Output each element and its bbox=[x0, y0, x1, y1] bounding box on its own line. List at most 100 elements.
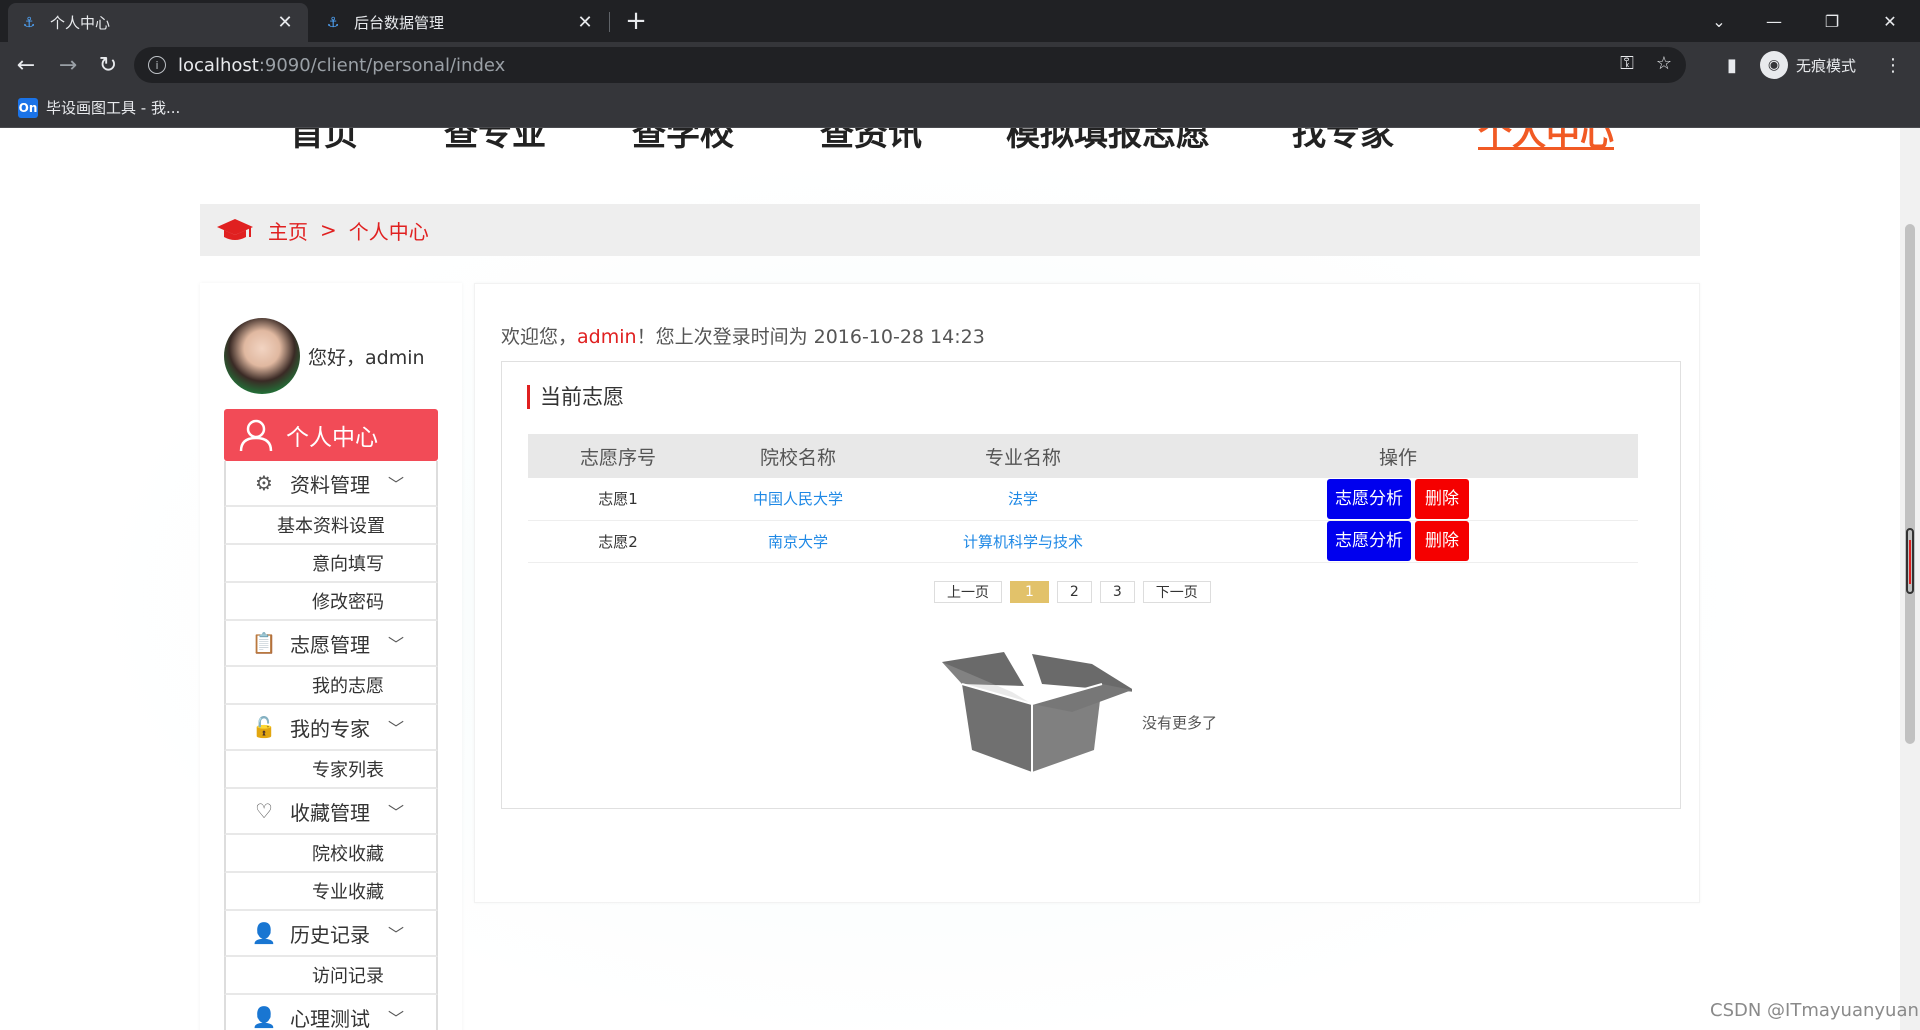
sidebar-group-applications[interactable]: 📋 志愿管理 ﹀ bbox=[224, 621, 438, 667]
scrollbar-thumb[interactable] bbox=[1905, 224, 1915, 744]
close-icon[interactable]: ✕ bbox=[274, 12, 296, 34]
nav-home[interactable]: 首页 bbox=[290, 128, 358, 155]
analyze-button[interactable]: 志愿分析 bbox=[1327, 478, 1411, 519]
chevron-down-icon: ﹀ bbox=[388, 635, 405, 654]
sidebar-item-intention[interactable]: 意向填写 bbox=[224, 545, 438, 583]
sidebar-group-favorites[interactable]: ♡ 收藏管理 ﹀ bbox=[224, 789, 438, 835]
forward-button[interactable]: → bbox=[52, 49, 84, 81]
pager-page-1[interactable]: 1 bbox=[1010, 581, 1049, 603]
cell-school-link[interactable]: 中国人民大学 bbox=[708, 478, 888, 521]
pager-next[interactable]: 下一页 bbox=[1142, 581, 1211, 603]
tab-backend-admin[interactable]: ⚓ 后台数据管理 ✕ bbox=[312, 3, 608, 42]
side-panel-icon[interactable]: ▮ bbox=[1717, 50, 1747, 80]
scroll-marker bbox=[1906, 528, 1914, 594]
sidebar-item-major-favorites[interactable]: 专业收藏 bbox=[224, 873, 438, 911]
pager-page-3[interactable]: 3 bbox=[1099, 581, 1135, 603]
restore-button[interactable]: ❐ bbox=[1803, 0, 1861, 42]
nav-experts[interactable]: 找专家 bbox=[1292, 128, 1394, 155]
welcome-suffix: ！您上次登录时间为 2016-10-28 14:23 bbox=[636, 326, 985, 348]
table-row: 志愿2 南京大学 计算机科学与技术 志愿分析 删除 bbox=[528, 520, 1638, 563]
sidebar-item-label: 个人中心 bbox=[286, 425, 378, 451]
key-icon[interactable]: ⚿ bbox=[1620, 53, 1634, 74]
sidebar-group-label: 历史记录 bbox=[290, 922, 370, 947]
pager-prev[interactable]: 上一页 bbox=[934, 581, 1002, 603]
card-title: 当前志愿 bbox=[527, 385, 624, 409]
chevron-down-icon: ﹀ bbox=[388, 803, 405, 822]
column-header: 操作 bbox=[1158, 434, 1638, 478]
star-icon[interactable]: ☆ bbox=[1656, 53, 1672, 74]
site-info-icon[interactable]: i bbox=[148, 56, 166, 74]
site-favicon-icon: ⚓ bbox=[22, 14, 36, 31]
tab-personal-center[interactable]: ⚓ 个人中心 ✕ bbox=[8, 3, 308, 42]
lock-icon: 🔓 bbox=[251, 715, 277, 739]
cell-school-link[interactable]: 南京大学 bbox=[708, 520, 888, 563]
nav-news[interactable]: 查资讯 bbox=[820, 128, 922, 155]
cell-actions: 志愿分析 删除 bbox=[1158, 478, 1638, 521]
nav-schools[interactable]: 查学校 bbox=[632, 128, 734, 155]
nav-personal-center[interactable]: 个人中心 bbox=[1478, 128, 1614, 155]
welcome-message: 欢迎您，admin！您上次登录时间为 2016-10-28 14:23 bbox=[501, 322, 985, 349]
empty-box-icon bbox=[942, 652, 1132, 772]
user-icon: 👤 bbox=[251, 921, 277, 945]
browser-toolbar: ← → ↻ i localhost:9090/client/personal/i… bbox=[0, 42, 1920, 88]
browser-tab-bar: ⚓ 个人中心 ✕ ⚓ 后台数据管理 ✕ + ⌄ — ❐ ✕ bbox=[0, 0, 1920, 42]
sidebar-item-visit-records[interactable]: 访问记录 bbox=[224, 957, 438, 995]
empty-state-text: 没有更多了 bbox=[1142, 714, 1218, 732]
page-scrollbar[interactable] bbox=[1900, 128, 1920, 1030]
more-menu-icon[interactable]: ⋮ bbox=[1878, 50, 1908, 80]
url-path: :9090/client/personal/index bbox=[258, 54, 506, 76]
sidebar-item-expert-list[interactable]: 专家列表 bbox=[224, 751, 438, 789]
tab-title: 个人中心 bbox=[50, 14, 111, 32]
user-icon: 👤 bbox=[251, 1005, 277, 1029]
clipboard-icon: 📋 bbox=[251, 631, 277, 655]
sidebar-group-experts[interactable]: 🔓 我的专家 ﹀ bbox=[224, 705, 438, 751]
tab-search-chevron-icon[interactable]: ⌄ bbox=[1690, 0, 1748, 42]
cell-major-link[interactable]: 法学 bbox=[888, 478, 1158, 521]
user-box: 您好，admin bbox=[224, 318, 425, 394]
sidebar-item-change-password[interactable]: 修改密码 bbox=[224, 583, 438, 621]
delete-button[interactable]: 删除 bbox=[1415, 521, 1469, 561]
sidebar-group-psych-test[interactable]: 👤 心理测试 ﹀ bbox=[224, 995, 438, 1030]
breadcrumb-home-link[interactable]: 主页 bbox=[268, 216, 308, 245]
avatar bbox=[224, 318, 300, 394]
welcome-prefix: 欢迎您， bbox=[501, 326, 578, 348]
pager-page-2[interactable]: 2 bbox=[1056, 581, 1092, 603]
cell-application-no: 志愿1 bbox=[528, 478, 708, 521]
main-content: 欢迎您，admin！您上次登录时间为 2016-10-28 14:23 当前志愿… bbox=[474, 283, 1700, 903]
sidebar-item-basic-settings[interactable]: 基本资料设置 bbox=[224, 507, 438, 545]
cell-major-link[interactable]: 计算机科学与技术 bbox=[888, 520, 1158, 563]
sidebar-item-my-applications[interactable]: 我的志愿 bbox=[224, 667, 438, 705]
current-applications-card: 当前志愿 志愿序号 院校名称 专业名称 操作 志愿1 中国人民大学 法学 志愿分… bbox=[501, 361, 1681, 809]
minimize-button[interactable]: — bbox=[1745, 0, 1803, 42]
back-button[interactable]: ← bbox=[10, 49, 42, 81]
bookmarks-bar: On 毕设画图工具 - 我... bbox=[0, 88, 1920, 128]
sidebar-group-history[interactable]: 👤 历史记录 ﹀ bbox=[224, 911, 438, 957]
nav-majors[interactable]: 查专业 bbox=[444, 128, 546, 155]
sidebar-item-personal-center[interactable]: 个人中心 bbox=[224, 409, 438, 461]
site-navigation: 首页 查专业 查学校 查资讯 模拟填报志愿 找专家 个人中心 bbox=[0, 128, 1900, 156]
table-header-row: 志愿序号 院校名称 专业名称 操作 bbox=[528, 434, 1638, 478]
pagination: 上一页 1 2 3 下一页 bbox=[934, 581, 1211, 603]
new-tab-button[interactable]: + bbox=[622, 8, 650, 36]
incognito-badge[interactable]: ◉ 无痕模式 bbox=[1760, 50, 1856, 80]
watermark: CSDN @ITmayuanyuan bbox=[1710, 1000, 1919, 1021]
bookmark-item[interactable]: On 毕设画图工具 - 我... bbox=[18, 97, 180, 118]
delete-button[interactable]: 删除 bbox=[1415, 478, 1469, 519]
gear-icon: ⚙ bbox=[255, 471, 273, 495]
nav-simulate-application[interactable]: 模拟填报志愿 bbox=[1006, 128, 1210, 155]
breadcrumb-current: 个人中心 bbox=[348, 219, 429, 244]
close-icon[interactable]: ✕ bbox=[574, 12, 596, 34]
incognito-label: 无痕模式 bbox=[1796, 56, 1857, 75]
breadcrumb-separator: > bbox=[320, 218, 337, 242]
reload-button[interactable]: ↻ bbox=[92, 49, 124, 81]
sidebar-group-label: 资料管理 bbox=[290, 472, 370, 497]
sidebar-group-profile[interactable]: ⚙ 资料管理 ﹀ bbox=[224, 461, 438, 507]
chevron-down-icon: ﹀ bbox=[388, 475, 405, 494]
analyze-button[interactable]: 志愿分析 bbox=[1327, 521, 1411, 561]
page-viewport: 首页 查专业 查学校 查资讯 模拟填报志愿 找专家 个人中心 主页 > 个人中心… bbox=[0, 128, 1900, 1030]
close-window-button[interactable]: ✕ bbox=[1861, 0, 1919, 42]
sidebar-group-label: 志愿管理 bbox=[290, 632, 370, 657]
sidebar-item-school-favorites[interactable]: 院校收藏 bbox=[224, 835, 438, 873]
sidebar-group-label: 心理测试 bbox=[290, 1006, 370, 1030]
address-bar[interactable]: i localhost:9090/client/personal/index ⚿… bbox=[134, 47, 1686, 83]
